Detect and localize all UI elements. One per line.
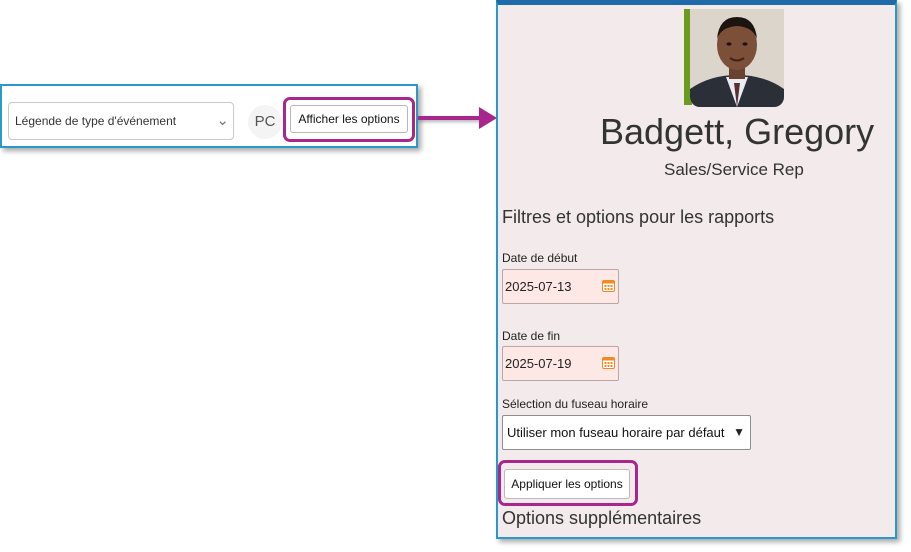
- calendar-icon[interactable]: [602, 279, 615, 292]
- additional-options-title: Options supplémentaires: [502, 508, 702, 528]
- chevron-down-icon: ▼: [733, 425, 745, 439]
- report-options-panel: Badgett, Gregory Sales/Service Rep Filtr…: [496, 0, 897, 539]
- apply-options-button[interactable]: Appliquer les options: [504, 469, 630, 499]
- calendar-icon[interactable]: [602, 356, 615, 369]
- end-date-value: 2025-07-19: [505, 356, 572, 371]
- employee-name: Badgett, Gregory: [600, 111, 875, 152]
- timezone-select[interactable]: Utiliser mon fuseau horaire par défaut ▼: [502, 415, 751, 450]
- timezone-label: Sélection du fuseau horaire: [502, 397, 649, 411]
- start-date-value: 2025-07-13: [505, 279, 572, 294]
- event-type-legend-select[interactable]: Légende de type d'événement ⌄: [8, 102, 234, 140]
- start-date-label: Date de début: [502, 251, 578, 265]
- employee-photo: [690, 9, 784, 107]
- show-options-button[interactable]: Afficher les options: [290, 105, 408, 133]
- chevron-down-icon: ⌄: [216, 112, 229, 129]
- filters-section-title: Filtres et options pour les rapports: [502, 207, 775, 227]
- arrow-right-icon: [479, 107, 497, 129]
- employee-title: Sales/Service Rep: [664, 160, 804, 179]
- event-toolbar: Légende de type d'événement ⌄ PC Affiche…: [0, 84, 418, 148]
- start-date-input[interactable]: 2025-07-13: [502, 269, 619, 304]
- end-date-input[interactable]: 2025-07-19: [502, 346, 619, 381]
- end-date-label: Date de fin: [502, 329, 561, 343]
- avatar[interactable]: PC: [248, 105, 282, 139]
- timezone-select-value: Utiliser mon fuseau horaire par défaut: [507, 425, 725, 440]
- legend-select-value: Légende de type d'événement: [15, 114, 177, 128]
- callout-arrow-line: [418, 116, 482, 120]
